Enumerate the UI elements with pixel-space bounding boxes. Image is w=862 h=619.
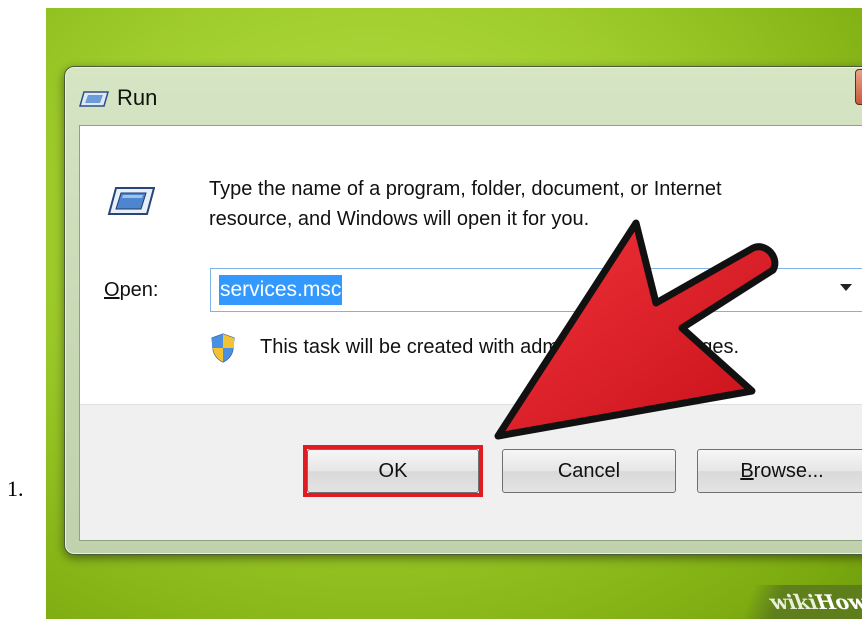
open-label-accesskey: O	[104, 279, 120, 301]
cancel-button[interactable]: Cancel	[502, 449, 676, 493]
privileges-note: This task will be created with administr…	[260, 336, 740, 358]
dialog-description: Type the name of a program, folder, docu…	[209, 174, 862, 234]
run-icon	[79, 91, 109, 107]
title-bar[interactable]: Run	[65, 67, 862, 125]
dialog-content: Type the name of a program, folder, docu…	[79, 125, 862, 541]
run-program-icon	[107, 187, 155, 215]
description-line-2: resource, and Windows will open it for y…	[209, 208, 590, 230]
description-line-1: Type the name of a program, folder, docu…	[209, 178, 722, 200]
close-button[interactable]	[855, 69, 862, 105]
ok-highlight-box	[303, 445, 483, 497]
open-input-value[interactable]: services.msc	[219, 275, 343, 305]
browse-accesskey: B	[740, 460, 754, 482]
open-label: Open:	[104, 279, 159, 302]
wikihow-watermark: wikiHow	[742, 585, 862, 619]
shield-icon	[211, 333, 235, 363]
screenshot-image: Run Type the name of a program, folder, …	[46, 8, 862, 619]
browse-button[interactable]: Browse...	[697, 449, 862, 493]
list-number: 1.	[7, 476, 24, 501]
dropdown-arrow-icon[interactable]	[840, 284, 852, 291]
run-dialog: Run Type the name of a program, folder, …	[64, 66, 862, 555]
window-title: Run	[117, 85, 158, 110]
open-combobox[interactable]: services.msc	[210, 268, 862, 312]
open-label-rest: pen:	[119, 279, 159, 301]
browse-label-rest: rowse...	[753, 460, 824, 482]
